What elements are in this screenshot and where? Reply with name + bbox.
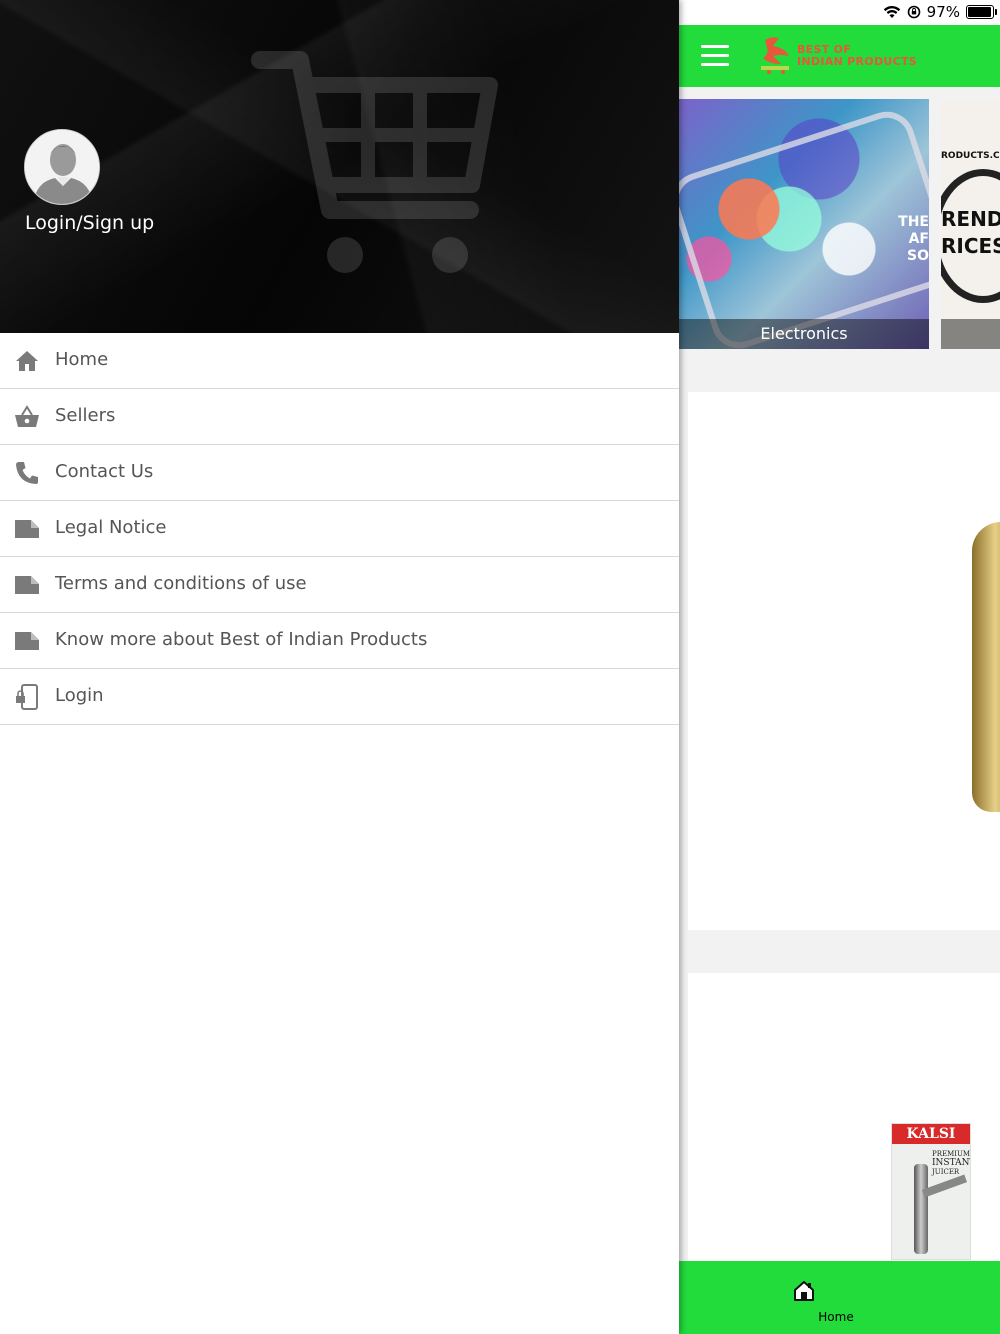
menu-item-label: Legal Notice bbox=[55, 517, 167, 538]
menu-item-label: Sellers bbox=[55, 405, 116, 426]
category-carousel[interactable]: THE AF SO Electronics RODUCTS.CO REND RI… bbox=[679, 99, 1000, 349]
menu-item-label: Contact Us bbox=[55, 461, 154, 482]
battery-icon bbox=[966, 5, 997, 19]
menu-item-home[interactable]: Home bbox=[0, 333, 679, 389]
drawer-header: Login/Sign up bbox=[0, 0, 679, 333]
wifi-icon bbox=[883, 6, 900, 18]
login-lock-icon bbox=[16, 684, 38, 710]
category-label bbox=[941, 319, 1000, 349]
menu-item-login[interactable]: Login bbox=[0, 669, 679, 725]
home-icon bbox=[794, 1281, 814, 1301]
menu-item-label: Home bbox=[55, 349, 109, 370]
basket-icon bbox=[15, 405, 39, 427]
brand-logo[interactable]: BEST OF INDIAN PRODUCTS bbox=[759, 36, 919, 76]
category-card-electronics[interactable]: THE AF SO Electronics bbox=[679, 99, 929, 349]
hamburger-menu-icon[interactable] bbox=[701, 45, 731, 67]
trend-text-line3: RICES bbox=[941, 234, 1000, 258]
trend-overlay-text: THE AF SO bbox=[898, 214, 929, 264]
product-card[interactable]: KALSI PREMIUM INSTANT JUICER bbox=[688, 973, 1000, 1273]
product-image-bottle bbox=[972, 522, 1000, 812]
menu-item-label: Terms and conditions of use bbox=[55, 573, 307, 594]
bottom-tab-home[interactable]: Home bbox=[672, 1261, 1000, 1334]
drawer-menu: Home Sellers Contact Us Legal Notice Ter… bbox=[0, 333, 679, 725]
menu-item-label: Know more about Best of Indian Products bbox=[55, 629, 428, 650]
status-bar: 97% bbox=[679, 0, 1000, 25]
battery-fill bbox=[968, 7, 992, 17]
category-label: Electronics bbox=[679, 319, 929, 349]
tab-label: Home bbox=[818, 1310, 854, 1324]
battery-percentage: 97% bbox=[926, 3, 960, 21]
product-image-juicer: KALSI PREMIUM INSTANT JUICER bbox=[891, 1123, 971, 1260]
menu-item-label: Login bbox=[55, 685, 104, 706]
juicer-body bbox=[914, 1164, 928, 1254]
product-card[interactable] bbox=[688, 392, 1000, 930]
phone-icon bbox=[16, 462, 38, 484]
avatar[interactable] bbox=[24, 129, 100, 205]
menu-item-contact-us[interactable]: Contact Us bbox=[0, 445, 679, 501]
menu-item-legal-notice[interactable]: Legal Notice bbox=[0, 501, 679, 557]
shopping-cart-icon bbox=[251, 51, 498, 273]
document-icon bbox=[15, 576, 39, 594]
category-card-trending[interactable]: RODUCTS.CO REND RICES bbox=[941, 99, 1000, 349]
document-icon bbox=[15, 520, 39, 538]
product-subtitle: PREMIUM INSTANT JUICER bbox=[932, 1150, 971, 1176]
menu-item-terms[interactable]: Terms and conditions of use bbox=[0, 557, 679, 613]
juicer-arm bbox=[921, 1174, 968, 1198]
logo-text: BEST OF INDIAN PRODUCTS bbox=[797, 43, 918, 68]
trend-text-line1: RODUCTS.CO bbox=[941, 151, 1000, 161]
product-brand: KALSI bbox=[892, 1124, 970, 1144]
navigation-drawer: Login/Sign up Home Sellers Contact Us Le… bbox=[0, 0, 679, 1334]
user-avatar-icon bbox=[25, 130, 99, 204]
menu-item-sellers[interactable]: Sellers bbox=[0, 389, 679, 445]
trend-text-line2: REND bbox=[941, 207, 1000, 231]
top-app-bar: BEST OF INDIAN PRODUCTS bbox=[679, 25, 1000, 87]
orientation-lock-icon bbox=[907, 5, 920, 19]
menu-item-about[interactable]: Know more about Best of Indian Products bbox=[0, 613, 679, 669]
document-icon bbox=[15, 632, 39, 650]
home-icon bbox=[16, 351, 38, 371]
logo-mark-icon bbox=[761, 37, 789, 74]
login-signup-link[interactable]: Login/Sign up bbox=[25, 212, 154, 234]
